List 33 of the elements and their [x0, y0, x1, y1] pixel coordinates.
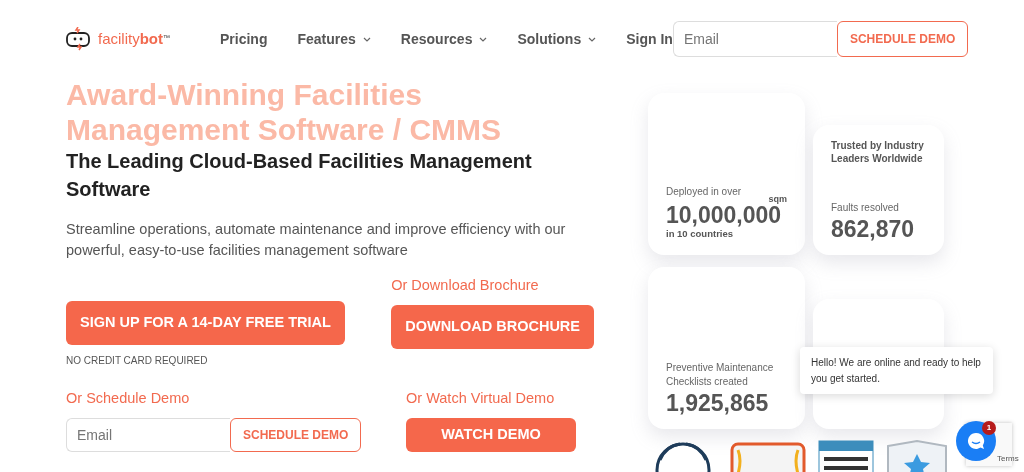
unread-count: 1 [982, 421, 996, 435]
unit-label: sqm [767, 194, 787, 204]
nav-link[interactable]: Resources [400, 28, 488, 50]
email-field[interactable]: Email [672, 21, 837, 57]
stat-label: Deployed in over [666, 185, 743, 199]
stat-label: Preventive Maintenance Checklists created [666, 361, 775, 388]
trial-note: NO CREDIT CARD REQUIRED [66, 354, 209, 369]
nav-link[interactable]: Sign In [626, 28, 673, 50]
stat-value: 862,870 [831, 218, 916, 241]
award-badge-icon [818, 440, 874, 472]
email-field[interactable]: Email [66, 417, 230, 452]
logo-text[interactable]: facilitybot$^{™}$ [98, 27, 170, 51]
award-badge-icon [884, 440, 950, 472]
stat-value: 10,000,000 [666, 203, 782, 227]
robot-icon [66, 27, 90, 51]
hero-description: Streamline operations, automate maintenance and improve efficiency with our powerful, easy-to-use facilities management software [66, 220, 567, 260]
stat-note: in 10 countries [666, 227, 735, 241]
watch-demo-label: Or Watch Virtual Demo [406, 389, 556, 409]
chat-icon [966, 431, 986, 451]
brochure-label: Or Download Brochure [391, 276, 540, 296]
nav-link[interactable]: Pricing [220, 28, 268, 50]
terms-link[interactable]: Terms [997, 453, 1019, 465]
stat-label: Faults resolved [831, 200, 900, 214]
chat-button[interactable] [956, 421, 996, 461]
nav-link[interactable]: Features [297, 28, 371, 50]
chat-message: Hello! We are online and ready to help you get started. [800, 347, 993, 394]
schedule-demo-label: Or Schedule Demo [66, 389, 191, 409]
nav-link[interactable]: Solutions [517, 28, 597, 50]
hero-title: Award-Winning Facilities Management Software / CMMS [66, 78, 503, 147]
award-badge-icon [728, 440, 808, 472]
hero-subtitle: The Leading Cloud-Based Facilities Management Software [66, 149, 533, 202]
stat-heading: Trusted by Industry Leaders Worldwide [831, 139, 925, 165]
stat-value: 1,925,865 [666, 392, 770, 415]
